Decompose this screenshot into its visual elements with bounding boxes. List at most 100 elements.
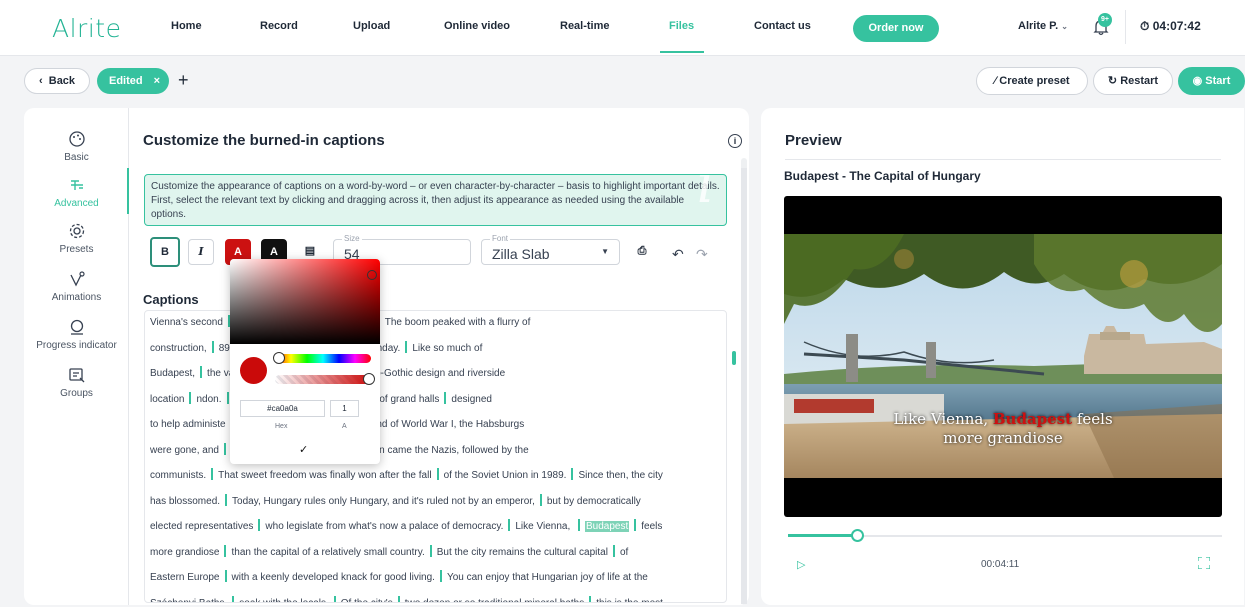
caption-segment[interactable]: communists. (150, 470, 206, 481)
caption-segment[interactable]: elected representatives (150, 521, 253, 532)
caption-segment-divider[interactable] (189, 391, 192, 404)
font-select[interactable]: Font Zilla Slab ▼ (481, 234, 620, 265)
panel-scrollbar[interactable] (741, 158, 747, 604)
caption-segment[interactable]: this is the most (596, 598, 663, 603)
caption-segment[interactable]: of the Soviet Union in 1989. (444, 470, 567, 481)
caption-segment-divider[interactable] (508, 519, 511, 531)
user-menu[interactable]: Alrite P. ⌄ (1018, 20, 1068, 32)
caption-line[interactable]: Széchenyi Baths, soak with the locals. Of … (150, 595, 663, 603)
caption-segment[interactable]: But the city remains the cultural capita… (437, 547, 608, 558)
caption-segment-divider[interactable] (539, 493, 542, 506)
caption-segment-divider[interactable] (200, 366, 203, 378)
confirm-check-icon[interactable]: ✓ (299, 443, 308, 456)
caption-segment-divider[interactable] (333, 595, 336, 602)
caption-line[interactable]: Eastern Europe with a keenly developed kn… (150, 570, 648, 583)
hue-handle[interactable] (273, 352, 285, 364)
alpha-handle[interactable] (363, 373, 375, 385)
caption-segment-divider[interactable] (578, 519, 580, 531)
caption-segment-divider[interactable] (211, 340, 214, 353)
add-tab-button[interactable]: + (178, 70, 189, 91)
caption-line[interactable]: communists. That sweet freedom was finall… (150, 468, 663, 481)
caption-segment-divider[interactable] (258, 519, 261, 531)
nav-upload[interactable]: Upload (353, 20, 390, 32)
caption-segment[interactable]: two dozen or so traditional mineral bath… (405, 598, 585, 603)
alpha-input[interactable]: 1 (330, 400, 359, 417)
undo-icon[interactable]: ↶ (672, 246, 684, 263)
sidebar-item-presets[interactable]: Presets (24, 222, 129, 255)
saturation-handle[interactable] (367, 270, 377, 280)
caption-segment-divider[interactable] (439, 570, 442, 582)
hex-input[interactable]: #ca0a0a (240, 400, 325, 417)
sidebar-item-animations[interactable]: Animations (24, 270, 129, 303)
saturation-value-area[interactable] (230, 259, 380, 344)
caption-segment[interactable]: to help administe (150, 419, 226, 430)
caption-line[interactable]: more grandiose than the capital of a rela… (150, 544, 628, 558)
caption-segment[interactable]: of (620, 547, 628, 558)
caption-segment-divider[interactable] (405, 340, 408, 353)
caption-segment[interactable]: than the capital of a relatively small c… (231, 547, 424, 558)
caption-segment[interactable]: ndon. (196, 394, 221, 405)
caption-segment-divider[interactable] (634, 519, 637, 531)
alpha-slider[interactable] (275, 375, 371, 384)
caption-segment-divider[interactable] (397, 595, 400, 602)
caption-segment-divider[interactable] (223, 442, 226, 455)
nav-real-time[interactable]: Real-time (560, 20, 610, 32)
create-preset-button[interactable]: ∕ Create preset (976, 67, 1088, 95)
bold-button[interactable]: B (150, 237, 180, 267)
paint-format-icon[interactable]: ⎙ (629, 239, 655, 265)
caption-segment[interactable]: were gone, and (150, 445, 219, 456)
video-player[interactable]: Like Vienna, Budapest feels more grandio… (784, 196, 1222, 517)
captions-scrollbar-thumb[interactable] (732, 351, 736, 365)
caption-segment[interactable]: Budapest (585, 521, 630, 532)
caption-segment[interactable]: Széchenyi Baths, (150, 598, 227, 603)
caption-segment-divider[interactable] (612, 544, 615, 557)
caption-segment[interactable]: Eastern Europe (150, 572, 220, 583)
caption-segment[interactable]: construction, (150, 343, 207, 354)
caption-segment[interactable]: with a keenly developed knack for good l… (232, 572, 435, 583)
caption-segment-divider[interactable] (211, 468, 214, 480)
caption-segment[interactable]: Budapest, (150, 368, 195, 379)
caption-segment[interactable]: The boom peaked with a flurry of (385, 317, 531, 328)
caption-segment[interactable]: more grandiose (150, 547, 219, 558)
timeline-handle[interactable] (851, 529, 865, 542)
caption-segment[interactable]: has blossomed. (150, 496, 220, 507)
sidebar-item-progress-indicator[interactable]: Progress indicator (24, 318, 129, 351)
sidebar-item-groups[interactable]: Groups (24, 366, 129, 399)
close-icon[interactable]: × (154, 68, 160, 94)
hue-slider[interactable] (275, 354, 371, 363)
caption-segment[interactable]: Today, Hungary rules only Hungary, and i… (232, 496, 535, 507)
caption-segment[interactable]: designed (451, 394, 492, 405)
caption-segment-divider[interactable] (444, 391, 447, 404)
panel-scrollbar-thumb[interactable] (741, 168, 747, 604)
caption-segment[interactable]: Like Vienna, (515, 521, 573, 532)
caption-segment[interactable]: but by democratically (547, 496, 641, 507)
italic-button[interactable]: I (188, 239, 214, 265)
caption-segment-divider[interactable] (226, 391, 229, 404)
sidebar-item-advanced[interactable]: Advanced (24, 176, 129, 209)
caption-segment[interactable]: soak with the locals. (239, 598, 329, 603)
nav-online-video[interactable]: Online video (444, 20, 510, 32)
start-button[interactable]: ◉ Start (1178, 67, 1245, 95)
caption-segment-divider[interactable] (429, 544, 432, 557)
caption-segment-divider[interactable] (224, 544, 227, 557)
restart-button[interactable]: ↻ Restart (1093, 67, 1173, 95)
caption-segment-divider[interactable] (224, 570, 227, 582)
caption-line[interactable]: has blossomed. Today, Hungary rules only … (150, 493, 641, 507)
caption-segment-divider[interactable] (571, 468, 574, 480)
fullscreen-icon[interactable] (1198, 557, 1210, 569)
edited-tab[interactable]: Edited × (97, 68, 169, 94)
caption-segment[interactable]: who legislate from what's now a palace o… (265, 521, 503, 532)
caption-segment-divider[interactable] (225, 493, 228, 506)
order-now-button[interactable]: Order now (853, 15, 939, 42)
nav-contact-us[interactable]: Contact us (754, 20, 811, 32)
caption-line[interactable]: elected representatives who legislate fro… (150, 519, 662, 532)
sidebar-item-basic[interactable]: Basic (24, 130, 129, 163)
caption-segment-divider[interactable] (589, 595, 592, 602)
caption-segment[interactable]: location (150, 394, 184, 405)
back-button[interactable]: ‹ Back (24, 68, 90, 94)
caption-segment[interactable]: You can enjoy that Hungarian joy of life… (447, 572, 648, 583)
caption-segment[interactable]: Like so much of (412, 343, 482, 354)
info-icon[interactable]: i (728, 134, 742, 148)
caption-segment[interactable]: feels (641, 521, 662, 532)
caption-segment[interactable]: Vienna's second (150, 317, 223, 328)
